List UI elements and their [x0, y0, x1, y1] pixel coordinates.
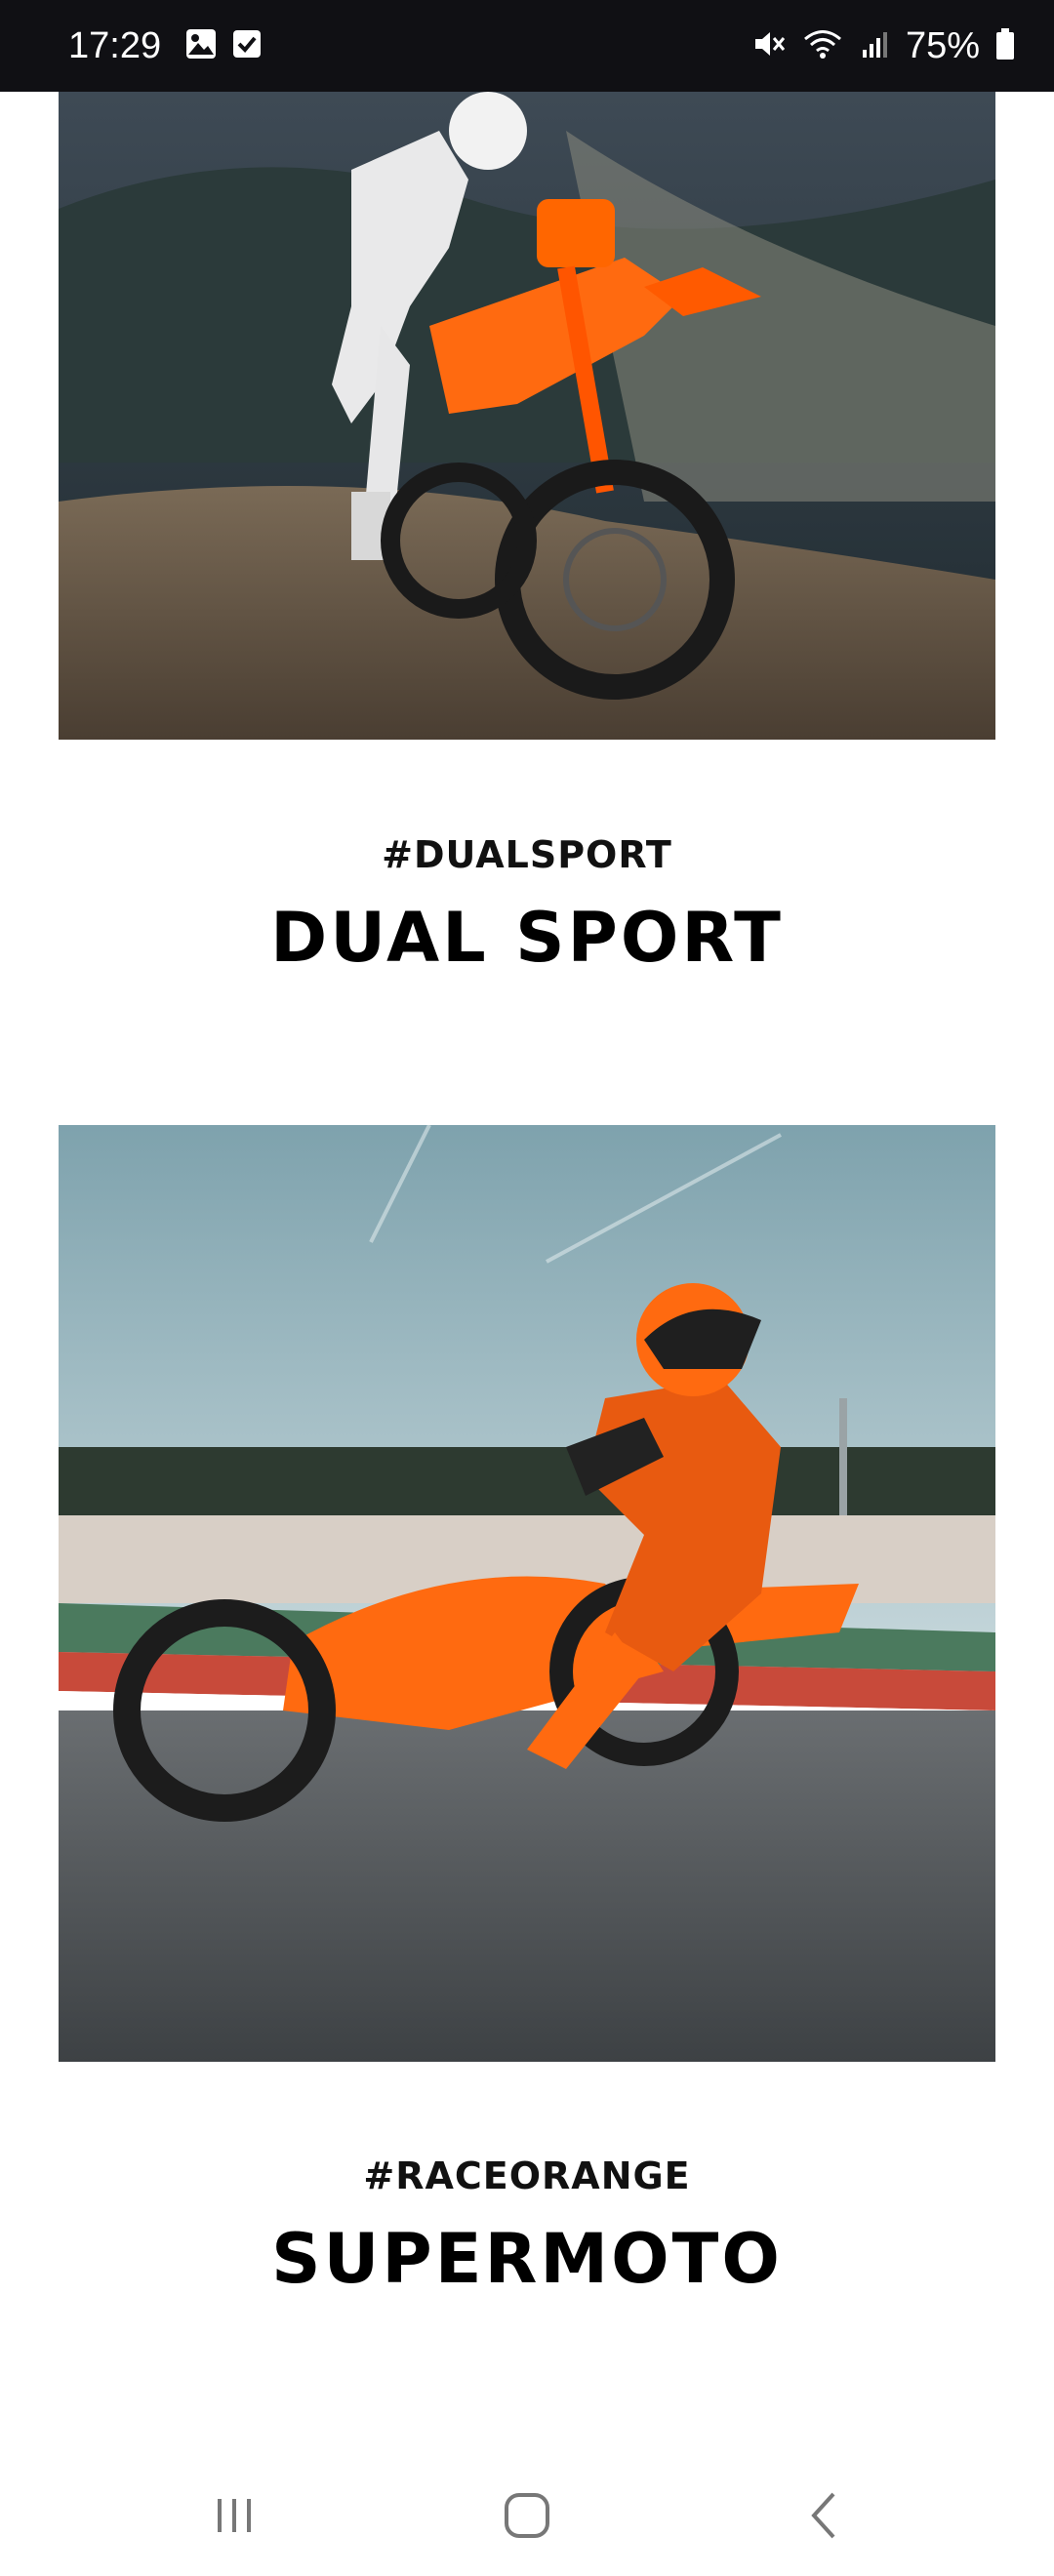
battery-icon: [995, 27, 1015, 64]
content-scroll-area[interactable]: #DUALSPORT DUAL SPORT #RACEORANGE SUPERM…: [0, 92, 1054, 2459]
system-navigation-bar: [0, 2459, 1054, 2576]
signal-icon: [859, 28, 890, 63]
recent-apps-icon: [210, 2491, 259, 2544]
status-right-icons: 75%: [751, 25, 1015, 67]
status-left-icons: [184, 27, 263, 64]
supermoto-motorcycle-photo[interactable]: [59, 1125, 995, 2062]
card-title-supermoto[interactable]: SUPERMOTO: [0, 2219, 1054, 2299]
gallery-icon: [184, 27, 218, 64]
dual-sport-motorcycle-photo[interactable]: [59, 92, 995, 740]
card-tag-dualsport[interactable]: #DUALSPORT: [0, 833, 1054, 876]
card-tag-raceorange[interactable]: #RACEORANGE: [0, 2154, 1054, 2197]
status-bar: 17:29 75%: [0, 0, 1054, 92]
checkbox-notification-icon: [231, 28, 263, 63]
back-button[interactable]: [765, 2478, 882, 2556]
card-title-dual-sport[interactable]: DUAL SPORT: [0, 898, 1054, 978]
mute-icon: [751, 26, 787, 65]
recent-apps-button[interactable]: [176, 2478, 293, 2556]
status-time: 17:29: [68, 24, 162, 66]
home-button[interactable]: [468, 2478, 586, 2556]
back-icon: [804, 2490, 843, 2545]
home-icon: [502, 2490, 552, 2545]
wifi-icon: [802, 26, 843, 65]
battery-percentage: 75%: [905, 24, 980, 66]
